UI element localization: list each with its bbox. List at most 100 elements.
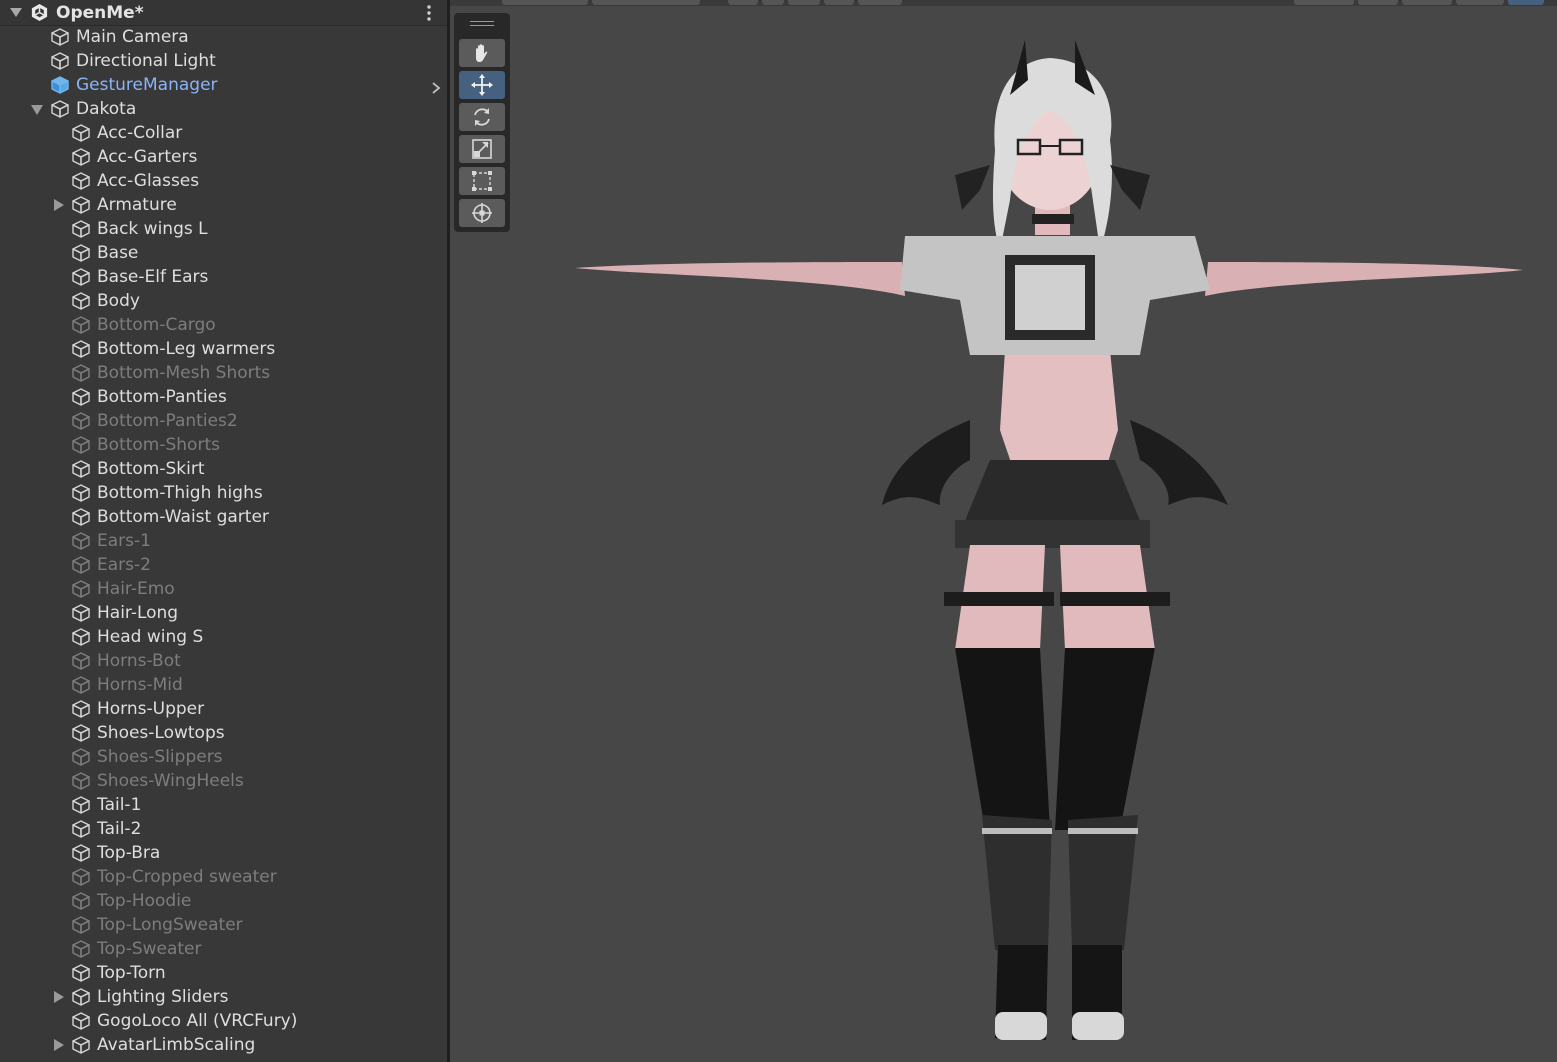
hierarchy-item-bottom-leg-warmers[interactable]: Bottom-Leg warmers xyxy=(0,337,447,361)
hierarchy-item-label: Tail-1 xyxy=(97,795,142,815)
hierarchy-item-bottom-shorts[interactable]: Bottom-Shorts xyxy=(0,433,447,457)
hierarchy-item-back-wings-l[interactable]: Back wings L xyxy=(0,217,447,241)
prefab-cube-icon xyxy=(50,75,70,95)
hierarchy-item-body[interactable]: Body xyxy=(0,289,447,313)
hierarchy-item-gogoloco-all-vrcfury[interactable]: GogoLoco All (VRCFury) xyxy=(0,1009,447,1033)
gameobject-cube-icon xyxy=(71,627,91,647)
hierarchy-item-label: Shoes-Lowtops xyxy=(97,723,225,743)
hierarchy-item-shoes-slippers[interactable]: Shoes-Slippers xyxy=(0,745,447,769)
transform-tool-button[interactable] xyxy=(459,199,505,227)
hierarchy-item-bottom-thigh-highs[interactable]: Bottom-Thigh highs xyxy=(0,481,447,505)
rect-tool-button[interactable] xyxy=(459,167,505,195)
hierarchy-item-acc-glasses[interactable]: Acc-Glasses xyxy=(0,169,447,193)
gameobject-cube-icon xyxy=(71,243,91,263)
collapse-arrow-icon[interactable] xyxy=(31,105,43,115)
avatar-model[interactable] xyxy=(450,0,1557,1062)
hierarchy-item-label: Top-Bra xyxy=(97,843,161,863)
hierarchy-item-hair-long[interactable]: Hair-Long xyxy=(0,601,447,625)
expand-arrow-icon[interactable] xyxy=(54,1039,64,1051)
more-options-icon[interactable] xyxy=(420,4,438,22)
hand-tool-button[interactable] xyxy=(459,39,505,67)
hierarchy-item-horns-bot[interactable]: Horns-Bot xyxy=(0,649,447,673)
expand-arrow-icon[interactable] xyxy=(54,199,64,211)
hierarchy-item-label: Top-Sweater xyxy=(97,939,202,959)
gameobject-cube-icon xyxy=(71,915,91,935)
hierarchy-item-directional-light[interactable]: Directional Light xyxy=(0,49,447,73)
gameobject-cube-icon xyxy=(71,507,91,527)
gameobject-cube-icon xyxy=(71,1011,91,1031)
scale-tool-button[interactable] xyxy=(459,135,505,163)
hierarchy-item-label: AvatarLimbScaling xyxy=(97,1035,256,1055)
hierarchy-item-head-wing-s[interactable]: Head wing S xyxy=(0,625,447,649)
hierarchy-item-main-camera[interactable]: Main Camera xyxy=(0,25,447,49)
hierarchy-item-label: Acc-Garters xyxy=(97,147,198,167)
gameobject-cube-icon xyxy=(71,555,91,575)
hierarchy-item-label: Horns-Upper xyxy=(97,699,205,719)
hierarchy-item-top-torn[interactable]: Top-Torn xyxy=(0,961,447,985)
hierarchy-item-horns-mid[interactable]: Horns-Mid xyxy=(0,673,447,697)
hierarchy-item-shoes-wingheels[interactable]: Shoes-WingHeels xyxy=(0,769,447,793)
hierarchy-item-label: Acc-Glasses xyxy=(97,171,200,191)
hierarchy-item-bottom-mesh-shorts[interactable]: Bottom-Mesh Shorts xyxy=(0,361,447,385)
hierarchy-item-top-sweater[interactable]: Top-Sweater xyxy=(0,937,447,961)
gameobject-cube-icon xyxy=(71,963,91,983)
hierarchy-item-tail-1[interactable]: Tail-1 xyxy=(0,793,447,817)
palette-grip[interactable] xyxy=(470,21,494,22)
hierarchy-item-acc-collar[interactable]: Acc-Collar xyxy=(0,121,447,145)
gameobject-cube-icon xyxy=(71,579,91,599)
hierarchy-item-bottom-cargo[interactable]: Bottom-Cargo xyxy=(0,313,447,337)
scene-view[interactable] xyxy=(450,0,1557,1062)
hierarchy-item-horns-upper[interactable]: Horns-Upper xyxy=(0,697,447,721)
hierarchy-item-gesturemanager[interactable]: GestureManager xyxy=(0,73,447,97)
hierarchy-item-bottom-skirt[interactable]: Bottom-Skirt xyxy=(0,457,447,481)
hierarchy-item-label: Bottom-Panties2 xyxy=(97,411,238,431)
hierarchy-item-avatarlimbscaling[interactable]: AvatarLimbScaling xyxy=(0,1033,447,1057)
hierarchy-item-label: Bottom-Leg warmers xyxy=(97,339,276,359)
hierarchy-item-label: Bottom-Panties xyxy=(97,387,227,407)
hierarchy-item-label: Bottom-Skirt xyxy=(97,459,205,479)
hierarchy-item-label: Top-Torn xyxy=(97,963,166,983)
hierarchy-item-armature[interactable]: Armature xyxy=(0,193,447,217)
hierarchy-item-label: Top-LongSweater xyxy=(97,915,243,935)
hierarchy-item-label: Bottom-Mesh Shorts xyxy=(97,363,271,383)
rotate-icon xyxy=(474,108,490,126)
hierarchy-item-base[interactable]: Base xyxy=(0,241,447,265)
gameobject-cube-icon xyxy=(71,363,91,383)
hierarchy-panel[interactable]: OpenMe* Main Camera Directional Light Gest… xyxy=(0,0,450,1062)
scene-header[interactable]: OpenMe* xyxy=(0,0,447,26)
hierarchy-item-acc-garters[interactable]: Acc-Garters xyxy=(0,145,447,169)
gameobject-cube-icon xyxy=(71,171,91,191)
hierarchy-item-tail-2[interactable]: Tail-2 xyxy=(0,817,447,841)
hierarchy-item-shoes-lowtops[interactable]: Shoes-Lowtops xyxy=(0,721,447,745)
open-prefab-chevron-icon[interactable] xyxy=(430,79,442,94)
move-icon xyxy=(471,74,493,96)
hierarchy-item-label: GogoLoco All (VRCFury) xyxy=(97,1011,298,1031)
gameobject-cube-icon xyxy=(71,675,91,695)
hierarchy-item-top-longsweater[interactable]: Top-LongSweater xyxy=(0,913,447,937)
hierarchy-item-lighting-sliders[interactable]: Lighting Sliders xyxy=(0,985,447,1009)
hierarchy-item-top-hoodie[interactable]: Top-Hoodie xyxy=(0,889,447,913)
hierarchy-item-label: Bottom-Waist garter xyxy=(97,507,269,527)
hierarchy-item-ears-2[interactable]: Ears-2 xyxy=(0,553,447,577)
hierarchy-item-ears-1[interactable]: Ears-1 xyxy=(0,529,447,553)
hierarchy-item-bottom-panties[interactable]: Bottom-Panties xyxy=(0,385,447,409)
hierarchy-item-dakota[interactable]: Dakota xyxy=(0,97,447,121)
hierarchy-item-bottom-panties2[interactable]: Bottom-Panties2 xyxy=(0,409,447,433)
gameobject-cube-icon xyxy=(71,1035,91,1055)
expand-arrow-icon[interactable] xyxy=(54,991,64,1003)
hierarchy-item-label: Top-Hoodie xyxy=(97,891,192,911)
hierarchy-item-bottom-waist-garter[interactable]: Bottom-Waist garter xyxy=(0,505,447,529)
gameobject-cube-icon xyxy=(71,291,91,311)
rotate-tool-button[interactable] xyxy=(459,103,505,131)
hierarchy-item-top-bra[interactable]: Top-Bra xyxy=(0,841,447,865)
hierarchy-item-top-cropped-sweater[interactable]: Top-Cropped sweater xyxy=(0,865,447,889)
transform-icon xyxy=(472,203,492,223)
gameobject-cube-icon xyxy=(71,771,91,791)
move-tool-button[interactable] xyxy=(459,71,505,99)
scale-icon xyxy=(472,139,492,159)
hierarchy-item-hair-emo[interactable]: Hair-Emo xyxy=(0,577,447,601)
scene-foldout-arrow[interactable] xyxy=(10,8,22,17)
palette-grip[interactable] xyxy=(470,25,494,26)
tools-palette[interactable] xyxy=(454,13,510,232)
hierarchy-item-base-elf-ears[interactable]: Base-Elf Ears xyxy=(0,265,447,289)
